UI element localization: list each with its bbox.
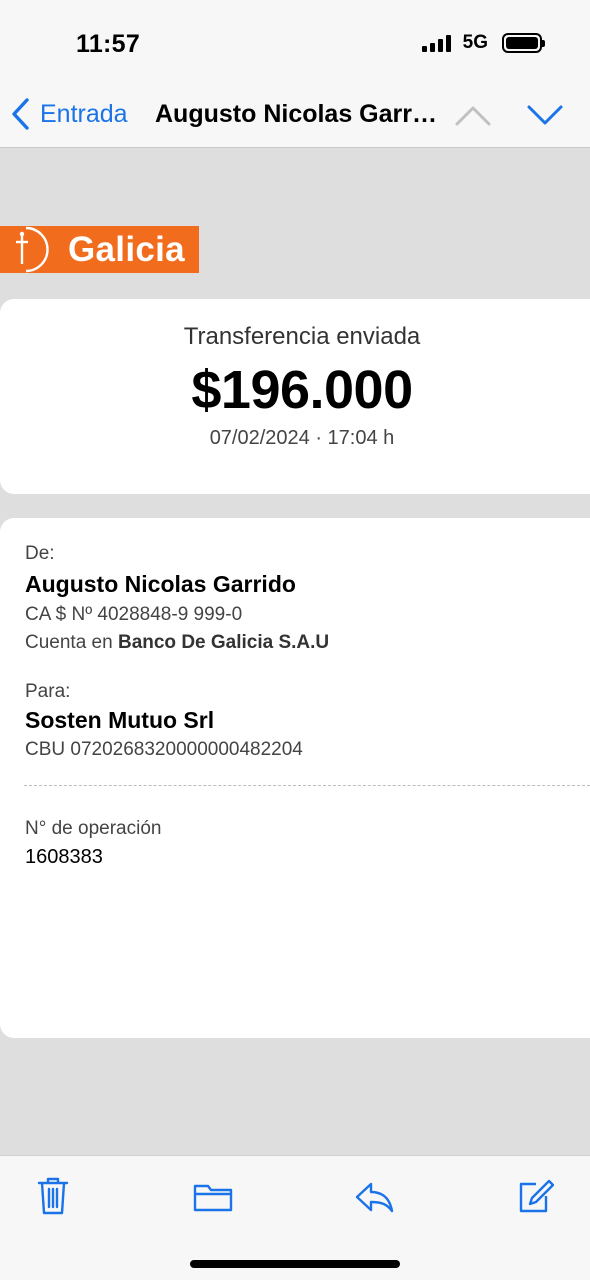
reply-icon[interactable] (353, 1176, 395, 1216)
recipient-name: Sosten Mutuo Srl (25, 707, 215, 733)
back-button[interactable]: Entrada (10, 96, 128, 132)
chevron-up-icon[interactable] (454, 102, 492, 128)
back-label: Entrada (40, 99, 128, 128)
recipient-label: Para: (25, 681, 71, 702)
galicia-emblem-icon (16, 226, 49, 273)
sender-bank-name: Banco De Galicia S.A.U (117, 632, 330, 653)
divider (24, 785, 590, 786)
network-label: 5G (462, 32, 488, 53)
sender-bank: Cuenta en Banco De Galicia S.A.U (25, 632, 329, 654)
status-time: 11:57 (76, 30, 141, 58)
sender-name: Augusto Nicolas Garrido (25, 571, 296, 597)
message-title: Augusto Nicolas Garrido (155, 100, 440, 128)
sender-label: De: (25, 543, 55, 564)
galicia-logo: Galicia (0, 226, 199, 273)
transfer-amount: $196.000 (191, 360, 413, 420)
transfer-status: Transferencia enviada (183, 323, 421, 350)
signal-icon (421, 34, 451, 52)
compose-icon[interactable] (516, 1176, 554, 1216)
operation-number: 1608383 (25, 846, 103, 868)
sender-bank-prefix: Cuenta en (25, 632, 113, 653)
trash-icon[interactable] (36, 1176, 70, 1216)
chevron-left-icon (12, 98, 29, 130)
operation-label: N° de operación (25, 818, 162, 839)
status-indicators: 5G (421, 32, 545, 54)
transfer-datetime: 07/02/2024 · 17:04 h (209, 427, 395, 449)
recipient-cbu: CBU 0720268320000000482204 (25, 739, 303, 760)
battery-icon (502, 33, 545, 53)
home-indicator[interactable] (190, 1260, 400, 1268)
status-bar: 11:57 5G (0, 0, 590, 86)
sender-account: CA $ Nº 4028848-9 999-0 (25, 604, 243, 625)
transfer-details-card: De: Augusto Nicolas Garrido CA $ Nº 4028… (0, 518, 590, 1038)
folder-icon[interactable] (192, 1176, 234, 1216)
chevron-down-icon[interactable] (526, 102, 564, 128)
transfer-summary-card: Transferencia enviada $196.000 07/02/202… (0, 299, 590, 494)
nav-bar: Entrada Augusto Nicolas Garrido (0, 86, 590, 148)
logo-text: Galicia (68, 230, 185, 269)
